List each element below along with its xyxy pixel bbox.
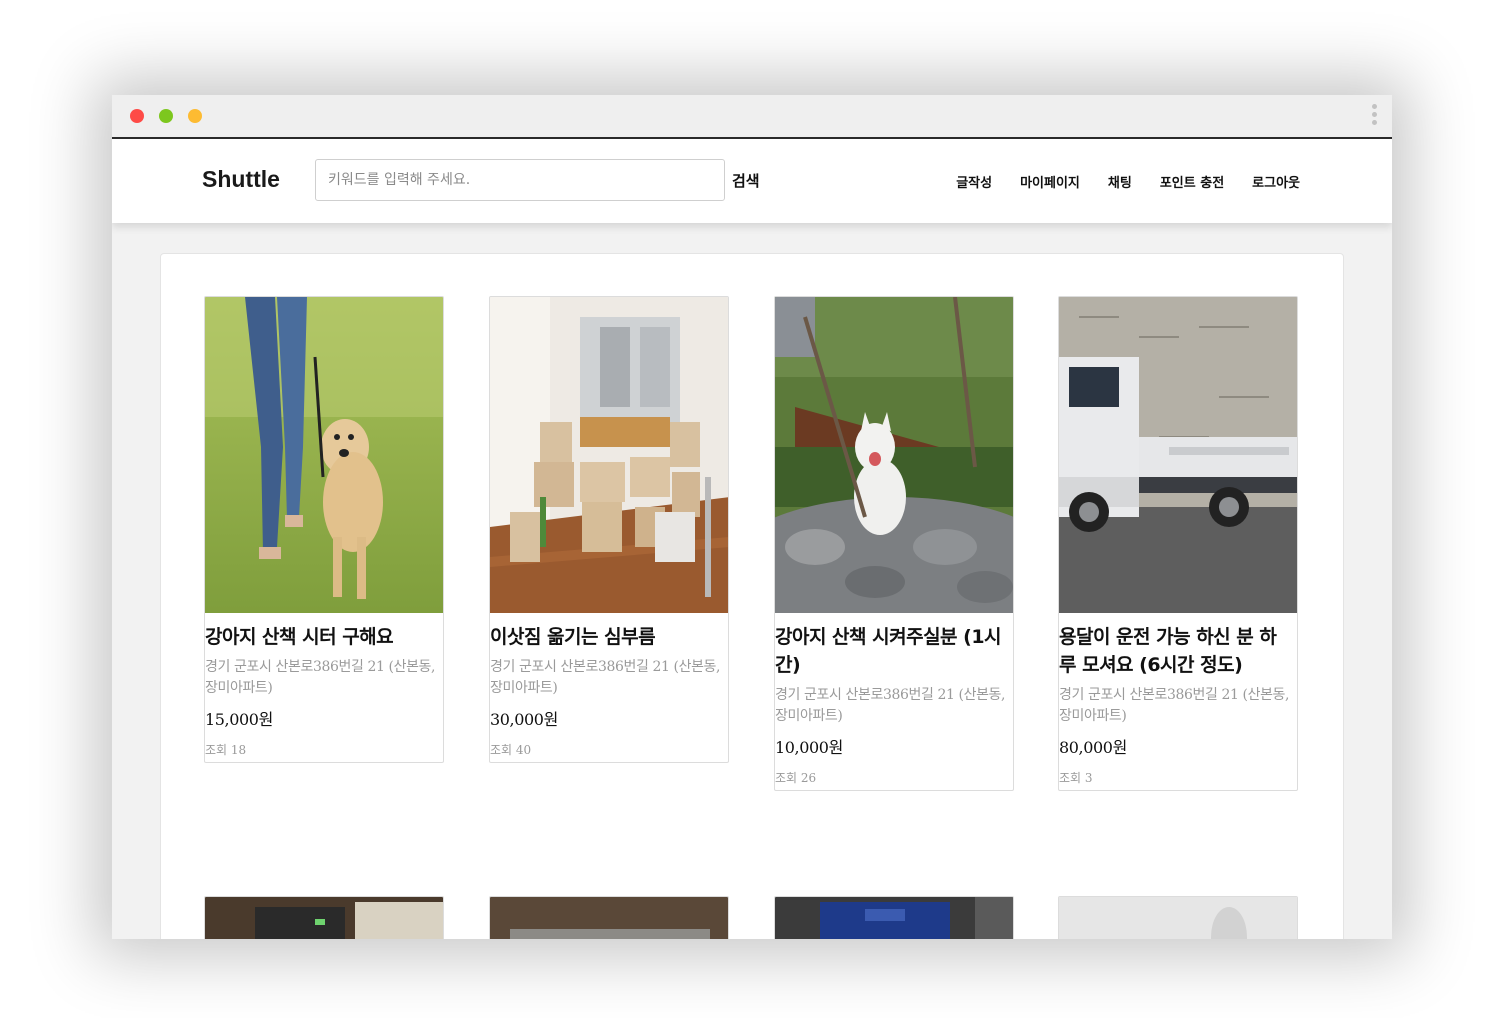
post-card[interactable] xyxy=(1058,896,1298,939)
post-price: 10,000원 xyxy=(775,738,843,757)
post-address: 경기 군포시 산본로386번길 21 (산본동, 장미아파트) xyxy=(1059,687,1290,724)
search-input[interactable] xyxy=(315,159,725,201)
truck-photo xyxy=(1059,297,1297,613)
nav-menu: 글작성 마이페이지 채팅 포인트 충전 로그아웃 xyxy=(956,172,1300,191)
post-price: 80,000원 xyxy=(1059,738,1127,757)
nav-logout[interactable]: 로그아웃 xyxy=(1252,172,1300,191)
browser-window: Shuttle 검색 글작성 마이페이지 채팅 포인트 충전 로그아웃 xyxy=(112,95,1392,939)
post-address: 경기 군포시 산본로386번길 21 (산본동, 장미아파트) xyxy=(205,659,436,696)
post-title[interactable]: 이삿짐 옮기는 심부름 xyxy=(490,623,728,651)
post-card[interactable]: 강아지 산책 시터 구해요 경기 군포시 산본로386번길 21 (산본동, 장… xyxy=(204,296,444,763)
post-price: 15,000원 xyxy=(205,710,273,729)
kebab-icon[interactable] xyxy=(1370,104,1378,130)
title-bar xyxy=(112,95,1392,139)
white-object-photo xyxy=(1059,897,1297,939)
post-card[interactable] xyxy=(204,896,444,939)
moving-boxes-photo xyxy=(490,297,728,613)
post-title[interactable]: 용달이 운전 가능 하신 분 하루 모셔요 (6시간 정도) xyxy=(1059,623,1297,679)
desk-equipment-photo xyxy=(205,897,443,939)
post-price: 30,000원 xyxy=(490,710,558,729)
white-dog-photo xyxy=(775,297,1013,613)
post-card[interactable] xyxy=(774,896,1014,939)
zoom-window-button[interactable] xyxy=(188,109,202,123)
post-card[interactable]: 강아지 산책 시켜주실분 (1시간) 경기 군포시 산본로386번길 21 (산… xyxy=(774,296,1014,791)
post-card[interactable]: 용달이 운전 가능 하신 분 하루 모셔요 (6시간 정도) 경기 군포시 산본… xyxy=(1058,296,1298,791)
post-card[interactable] xyxy=(489,896,729,939)
box-photo xyxy=(490,897,728,939)
navbar: Shuttle 검색 글작성 마이페이지 채팅 포인트 충전 로그아웃 xyxy=(112,139,1392,223)
post-list-panel: 강아지 산책 시터 구해요 경기 군포시 산본로386번길 21 (산본동, 장… xyxy=(160,253,1344,939)
dog-walking-photo xyxy=(205,297,443,613)
brand-logo[interactable]: Shuttle xyxy=(202,166,280,193)
post-address: 경기 군포시 산본로386번길 21 (산본동, 장미아파트) xyxy=(490,659,721,696)
minimize-window-button[interactable] xyxy=(159,109,173,123)
nav-chat[interactable]: 채팅 xyxy=(1108,172,1132,191)
post-title[interactable]: 강아지 산책 시켜주실분 (1시간) xyxy=(775,623,1013,679)
screen-photo xyxy=(775,897,1013,939)
post-views: 조회 3 xyxy=(1059,771,1093,785)
nav-write-post[interactable]: 글작성 xyxy=(956,172,992,191)
post-address: 경기 군포시 산본로386번길 21 (산본동, 장미아파트) xyxy=(775,687,1006,724)
search-button[interactable]: 검색 xyxy=(732,170,760,191)
nav-my-page[interactable]: 마이페이지 xyxy=(1020,172,1080,191)
post-card[interactable]: 이삿짐 옮기는 심부름 경기 군포시 산본로386번길 21 (산본동, 장미아… xyxy=(489,296,729,763)
post-views: 조회 26 xyxy=(775,771,817,785)
post-title[interactable]: 강아지 산책 시터 구해요 xyxy=(205,623,443,651)
close-window-button[interactable] xyxy=(130,109,144,123)
nav-point-charge[interactable]: 포인트 충전 xyxy=(1160,172,1224,191)
post-views: 조회 40 xyxy=(490,743,532,757)
post-views: 조회 18 xyxy=(205,743,247,757)
